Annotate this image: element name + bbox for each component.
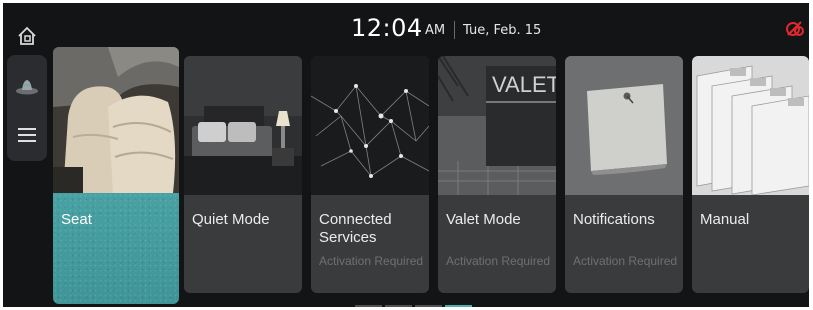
files-photo [692, 56, 809, 195]
connectivity-off-icon [785, 20, 805, 38]
clock-time: 12:04 [351, 14, 423, 42]
card-seat[interactable]: Seat [53, 47, 179, 304]
bedroom-photo [184, 56, 302, 195]
page-dot[interactable] [385, 305, 412, 307]
card-connected-services[interactable]: Connected Services Activation Required [311, 56, 429, 293]
page-dot[interactable] [355, 305, 382, 307]
clock-date: Tue, Feb. 15 [463, 23, 542, 38]
clock-ampm: AM [425, 23, 446, 38]
car-seat-photo [53, 47, 179, 193]
card-subtitle: Activation Required [446, 254, 551, 268]
menu-button[interactable] [9, 117, 45, 153]
status-divider [454, 21, 455, 39]
card-subtitle: Activation Required [573, 254, 678, 268]
page-indicator [355, 305, 472, 307]
card-manual[interactable]: Manual [692, 56, 809, 293]
page-dot[interactable] [415, 305, 442, 307]
card-texture [53, 193, 179, 304]
card-subtitle: Activation Required [319, 254, 424, 268]
page-dot-current[interactable] [445, 305, 472, 307]
home-icon [18, 26, 36, 45]
home-button[interactable] [9, 18, 45, 54]
card-valet-mode[interactable]: VALET Valet Mode Activation Required [438, 56, 556, 293]
card-notifications[interactable]: Notifications Activation Required [565, 56, 683, 293]
card-title: Notifications [573, 211, 655, 228]
card-title: Quiet Mode [192, 211, 270, 228]
home-screen: 12:04 AM Tue, Feb. 15 Seat Quiet Mode Co… [3, 3, 809, 307]
vehicle-icon [16, 80, 38, 95]
valet-sign-photo: VALET [438, 56, 556, 195]
svg-text:VALET: VALET [492, 72, 556, 97]
sticky-note-photo [565, 56, 683, 195]
card-quiet-mode[interactable]: Quiet Mode [184, 56, 302, 293]
card-title: Valet Mode [446, 211, 521, 228]
card-title: Connected Services [319, 211, 392, 246]
card-title: Seat [61, 211, 92, 228]
card-title: Manual [700, 211, 750, 228]
vehicle-button[interactable] [9, 67, 45, 103]
side-rail [7, 55, 47, 161]
menu-icon [18, 128, 36, 142]
network-photo [311, 56, 429, 195]
